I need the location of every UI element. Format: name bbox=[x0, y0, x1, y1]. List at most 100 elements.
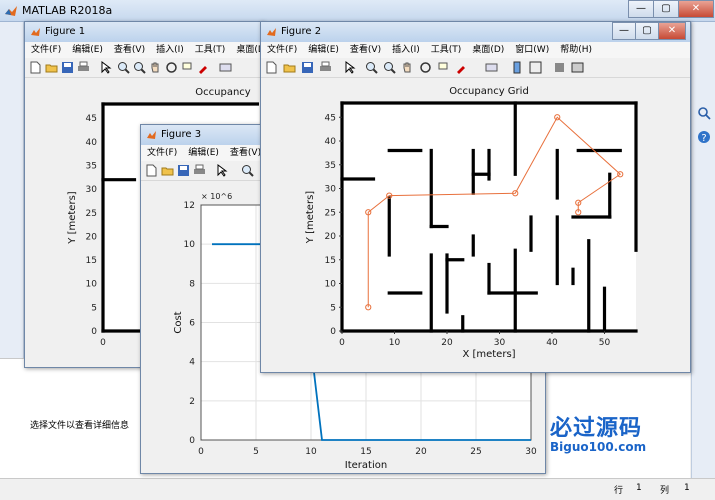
menu-insert[interactable]: 插入(I) bbox=[392, 42, 420, 58]
x-tick-label: 50 bbox=[599, 338, 611, 348]
figure-2-minimize-button[interactable]: — bbox=[612, 22, 636, 40]
menu-file[interactable]: 文件(F) bbox=[31, 42, 61, 58]
figure-1-toolbar bbox=[25, 58, 263, 78]
x-tick-label: 20 bbox=[441, 338, 453, 348]
zoom-in-icon[interactable] bbox=[241, 164, 254, 177]
search-icon[interactable] bbox=[697, 106, 711, 120]
new-file-icon[interactable] bbox=[265, 61, 278, 74]
status-col-label: 列 bbox=[660, 486, 670, 496]
menu-tools[interactable]: 工具(T) bbox=[195, 42, 226, 58]
y-tick-label: 15 bbox=[325, 256, 336, 266]
status-bar: 行 1 列 1 bbox=[0, 478, 715, 500]
print-icon[interactable] bbox=[77, 61, 90, 74]
figure-1-title: Figure 1 bbox=[45, 26, 86, 37]
rotate-icon[interactable] bbox=[165, 61, 178, 74]
occupancy-grid-plot: 0 5 10 15 20 25 30 35 40 45 0 10 20 30 40 50 Occupancy G… bbox=[305, 86, 638, 360]
brush-icon[interactable] bbox=[455, 61, 468, 74]
y-tick-label: 25 bbox=[325, 208, 336, 218]
chart-title: Occupancy Grid bbox=[449, 86, 529, 97]
y-tick-label: 12 bbox=[184, 201, 195, 211]
y-axis-label: Y [meters] bbox=[67, 191, 78, 244]
minimize-button[interactable]: — bbox=[628, 0, 654, 18]
menu-insert[interactable]: 插入(I) bbox=[156, 42, 184, 58]
menu-file[interactable]: 文件(F) bbox=[267, 42, 297, 58]
x-tick-label: 30 bbox=[494, 338, 506, 348]
zoom-out-icon[interactable] bbox=[133, 61, 146, 74]
maximize-button[interactable]: ▢ bbox=[653, 0, 679, 18]
x-tick-label: 0 bbox=[198, 447, 204, 457]
link-plot-icon[interactable] bbox=[485, 61, 498, 74]
pointer-icon[interactable] bbox=[343, 61, 356, 74]
hide-plot-tools-icon[interactable] bbox=[553, 61, 566, 74]
open-folder-icon[interactable] bbox=[45, 61, 58, 74]
app-title: MATLAB R2018a bbox=[22, 4, 113, 17]
y-tick-label: 40 bbox=[325, 137, 337, 147]
legend-icon[interactable] bbox=[529, 61, 542, 74]
colorbar-icon[interactable] bbox=[511, 61, 524, 74]
open-folder-icon[interactable] bbox=[161, 164, 174, 177]
y-tick-label: 5 bbox=[91, 303, 97, 313]
y-tick-label: 6 bbox=[189, 319, 195, 329]
menu-edit[interactable]: 编辑(E) bbox=[188, 145, 219, 161]
menu-view[interactable]: 查看(V) bbox=[230, 145, 261, 161]
help-icon[interactable]: ? bbox=[697, 130, 711, 144]
y-tick-label: 20 bbox=[86, 232, 98, 242]
menu-desktop[interactable]: 桌面(D) bbox=[472, 42, 504, 58]
save-icon[interactable] bbox=[177, 164, 190, 177]
figure-icon bbox=[267, 28, 276, 36]
zoom-in-icon[interactable] bbox=[117, 61, 130, 74]
y-exponent-label: × 10^6 bbox=[201, 192, 232, 201]
figure-2-title-bar[interactable]: Figure 2 — ▢ ✕ bbox=[261, 22, 690, 42]
menu-window[interactable]: 窗口(W) bbox=[515, 42, 549, 58]
figure-2-maximize-button[interactable]: ▢ bbox=[635, 22, 659, 40]
pan-hand-icon[interactable] bbox=[401, 61, 414, 74]
y-tick-label: 10 bbox=[325, 280, 337, 290]
zoom-in-icon[interactable] bbox=[365, 61, 378, 74]
rotate-icon[interactable] bbox=[419, 61, 432, 74]
save-icon[interactable] bbox=[61, 61, 74, 74]
print-icon[interactable] bbox=[193, 164, 206, 177]
y-tick-label: 2 bbox=[189, 397, 195, 407]
x-tick-label: 5 bbox=[253, 447, 259, 457]
menu-file[interactable]: 文件(F) bbox=[147, 145, 177, 161]
save-icon[interactable] bbox=[301, 61, 314, 74]
y-tick-label: 35 bbox=[86, 161, 97, 171]
close-button[interactable]: ✕ bbox=[678, 0, 714, 18]
menu-edit[interactable]: 编辑(E) bbox=[72, 42, 103, 58]
figure-icon bbox=[147, 131, 156, 139]
figure-2-close-button[interactable]: ✕ bbox=[658, 22, 686, 40]
pointer-icon[interactable] bbox=[99, 61, 112, 74]
link-icon[interactable] bbox=[219, 61, 232, 74]
menu-tools[interactable]: 工具(T) bbox=[431, 42, 462, 58]
x-tick-label: 40 bbox=[546, 338, 558, 348]
y-tick-label: 25 bbox=[86, 209, 97, 219]
data-cursor-icon[interactable] bbox=[437, 61, 450, 74]
pan-hand-icon[interactable] bbox=[149, 61, 162, 74]
data-cursor-icon[interactable] bbox=[181, 61, 194, 74]
brush-icon[interactable] bbox=[197, 61, 210, 74]
x-tick-label: 0 bbox=[339, 338, 345, 348]
figure-icon bbox=[31, 28, 40, 36]
x-axis-label: X [meters] bbox=[462, 349, 515, 360]
menu-view[interactable]: 查看(V) bbox=[114, 42, 145, 58]
figure-2-canvas: 0 5 10 15 20 25 30 35 40 45 0 10 20 30 40 50 Occupancy G… bbox=[265, 79, 686, 368]
zoom-out-icon[interactable] bbox=[383, 61, 396, 74]
figure-3-title: Figure 3 bbox=[161, 129, 202, 140]
x-tick-label: 0 bbox=[100, 338, 106, 348]
y-axis-label: Y [meters] bbox=[305, 191, 316, 244]
pointer-icon[interactable] bbox=[215, 164, 228, 177]
new-file-icon[interactable] bbox=[29, 61, 42, 74]
figure-1-menubar: 文件(F) 编辑(E) 查看(V) 插入(I) 工具(T) 桌面(D) bbox=[25, 42, 268, 58]
figure-2-window[interactable]: Figure 2 — ▢ ✕ 文件(F) 编辑(E) 查看(V) 插入(I) 工… bbox=[260, 21, 691, 373]
right-panel-strip: ? bbox=[691, 22, 715, 478]
new-file-icon[interactable] bbox=[145, 164, 158, 177]
y-tick-label: 15 bbox=[86, 256, 97, 266]
menu-help[interactable]: 帮助(H) bbox=[560, 42, 592, 58]
show-plot-tools-icon[interactable] bbox=[571, 61, 584, 74]
menu-edit[interactable]: 编辑(E) bbox=[308, 42, 339, 58]
figure-1-title-bar[interactable]: Figure 1 bbox=[25, 22, 263, 42]
menu-view[interactable]: 查看(V) bbox=[350, 42, 381, 58]
open-folder-icon[interactable] bbox=[283, 61, 296, 74]
print-icon[interactable] bbox=[319, 61, 332, 74]
y-tick-label: 10 bbox=[86, 280, 98, 290]
